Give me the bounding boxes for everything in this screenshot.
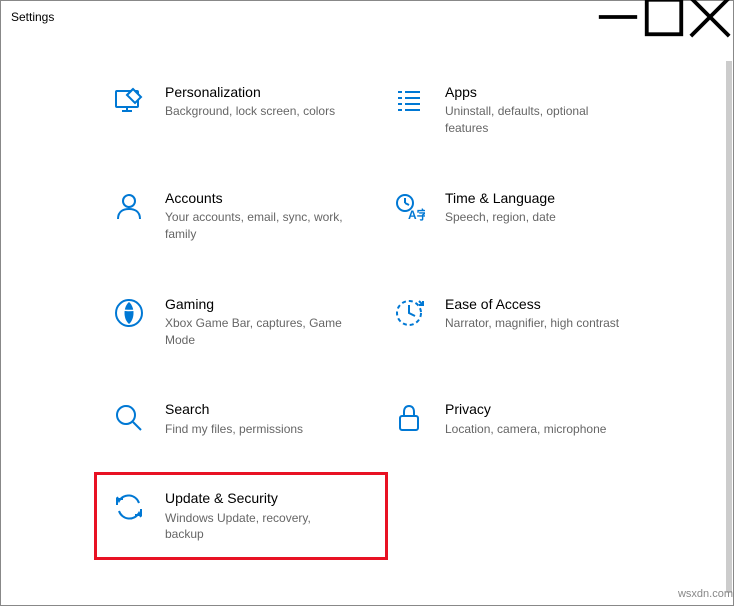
settings-item-accounts[interactable]: Accounts Your accounts, email, sync, wor… bbox=[111, 189, 371, 243]
item-title: Apps bbox=[445, 83, 625, 101]
settings-item-update-security[interactable]: Update & Security Windows Update, recove… bbox=[94, 472, 388, 560]
item-desc: Your accounts, email, sync, work, family bbox=[165, 209, 345, 243]
settings-grid: Personalization Background, lock screen,… bbox=[111, 83, 673, 543]
maximize-button[interactable] bbox=[641, 1, 687, 33]
accounts-icon bbox=[111, 189, 147, 225]
watermark: wsxdn.com bbox=[678, 588, 733, 600]
item-title: Search bbox=[165, 400, 303, 418]
item-desc: Location, camera, microphone bbox=[445, 421, 606, 438]
settings-item-apps[interactable]: Apps Uninstall, defaults, optional featu… bbox=[391, 83, 651, 137]
settings-item-search[interactable]: Search Find my files, permissions bbox=[111, 400, 371, 437]
window-title: Settings bbox=[11, 10, 54, 24]
personalization-icon bbox=[111, 83, 147, 119]
content-area: Personalization Background, lock screen,… bbox=[1, 33, 733, 605]
item-desc: Speech, region, date bbox=[445, 209, 556, 226]
item-desc: Find my files, permissions bbox=[165, 421, 303, 438]
gaming-icon bbox=[111, 295, 147, 331]
update-security-icon bbox=[111, 489, 147, 525]
item-desc: Background, lock screen, colors bbox=[165, 103, 335, 120]
search-icon bbox=[111, 400, 147, 436]
item-title: Accounts bbox=[165, 189, 345, 207]
item-title: Ease of Access bbox=[445, 295, 619, 313]
item-title: Personalization bbox=[165, 83, 335, 101]
svg-text:A字: A字 bbox=[408, 207, 425, 222]
titlebar: Settings bbox=[1, 1, 733, 33]
item-title: Privacy bbox=[445, 400, 606, 418]
settings-window: Settings Personalization Background, loc… bbox=[0, 0, 734, 606]
apps-icon bbox=[391, 83, 427, 119]
settings-item-ease-of-access[interactable]: Ease of Access Narrator, magnifier, high… bbox=[391, 295, 651, 349]
minimize-button[interactable] bbox=[595, 1, 641, 33]
settings-item-privacy[interactable]: Privacy Location, camera, microphone bbox=[391, 400, 651, 437]
item-desc: Xbox Game Bar, captures, Game Mode bbox=[165, 315, 345, 349]
settings-item-gaming[interactable]: Gaming Xbox Game Bar, captures, Game Mod… bbox=[111, 295, 371, 349]
settings-item-personalization[interactable]: Personalization Background, lock screen,… bbox=[111, 83, 371, 137]
item-title: Time & Language bbox=[445, 189, 556, 207]
time-language-icon: A字 bbox=[391, 189, 427, 225]
ease-of-access-icon bbox=[391, 295, 427, 331]
settings-item-time-language[interactable]: A字 Time & Language Speech, region, date bbox=[391, 189, 651, 243]
item-title: Update & Security bbox=[165, 489, 345, 507]
item-desc: Windows Update, recovery, backup bbox=[165, 510, 345, 544]
close-button[interactable] bbox=[687, 1, 733, 33]
item-desc: Uninstall, defaults, optional features bbox=[445, 103, 625, 137]
privacy-icon bbox=[391, 400, 427, 436]
window-controls bbox=[595, 1, 733, 33]
item-desc: Narrator, magnifier, high contrast bbox=[445, 315, 619, 332]
item-title: Gaming bbox=[165, 295, 345, 313]
scrollbar[interactable] bbox=[726, 61, 732, 593]
